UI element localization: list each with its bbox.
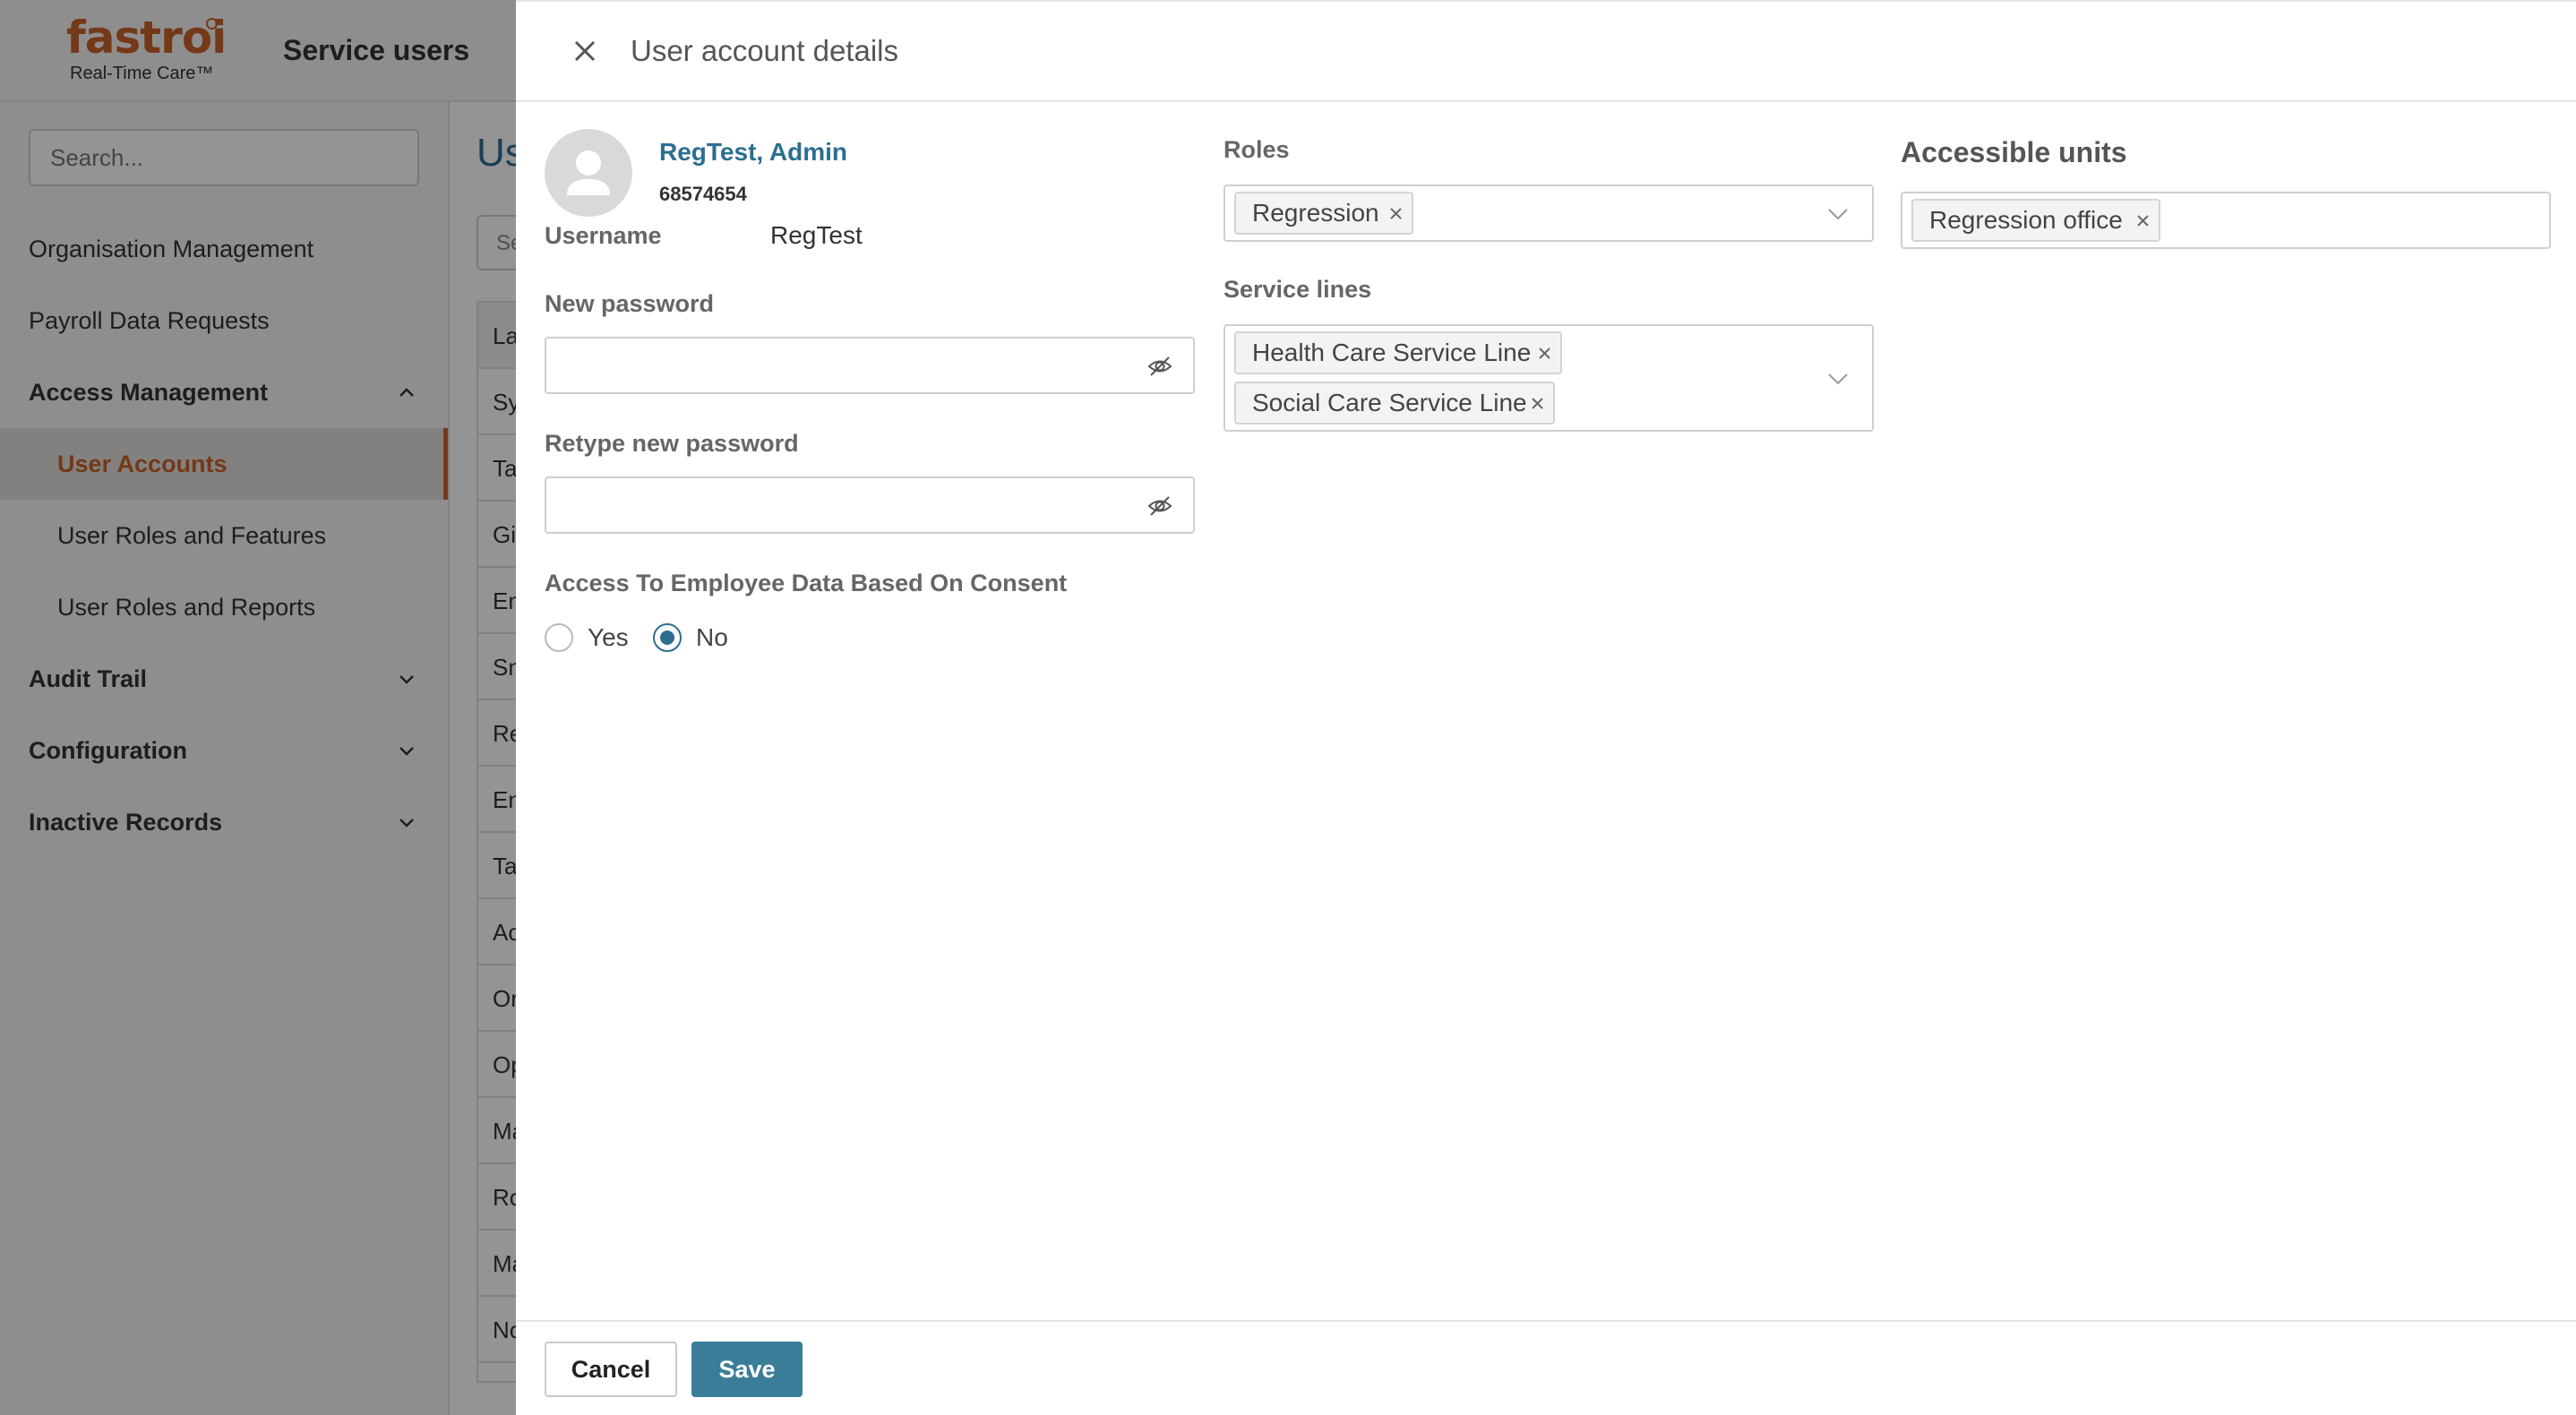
new-password-label: New password (545, 290, 715, 317)
app-root: fastroi Real-Time Care™ Service users Se… (0, 0, 2576, 1415)
remove-tag-icon[interactable] (1389, 207, 1403, 220)
consent-no-radio[interactable] (653, 623, 682, 652)
panel-title: User account details (631, 34, 898, 67)
username-value: RegTest (770, 221, 863, 249)
retype-password-input[interactable] (545, 476, 1195, 534)
username-label: Username (545, 222, 662, 249)
service-line-tag-label: Health Care Service Line (1252, 339, 1532, 366)
modal-backdrop[interactable] (0, 0, 516, 1415)
panel-header: User account details (516, 2, 2576, 102)
service-lines-select[interactable]: Health Care Service Line Social Care Ser… (1224, 324, 1874, 432)
chevron-down-icon[interactable] (1827, 373, 1849, 385)
panel-footer: Cancel Save (516, 1320, 2576, 1415)
eye-off-icon[interactable] (1146, 353, 1173, 380)
consent-label: Access To Employee Data Based On Consent (545, 570, 1068, 596)
consent-yes-label[interactable]: Yes (588, 623, 629, 652)
new-password-input[interactable] (545, 337, 1195, 394)
user-account-details-panel: User account details RegTest, Admin 6857… (516, 0, 2576, 1415)
user-silhouette-icon (567, 150, 610, 195)
remove-tag-icon[interactable] (1531, 397, 1544, 410)
service-lines-label: Service lines (1224, 276, 1372, 303)
retype-password-label: Retype new password (545, 430, 799, 457)
role-tag: Regression (1234, 192, 1413, 235)
accessible-units-label: Accessible units (1901, 136, 2127, 168)
service-line-tag: Health Care Service Line (1234, 331, 1562, 374)
chevron-down-icon[interactable] (1827, 208, 1849, 220)
accessible-units-select[interactable]: Regression office (1901, 192, 2551, 249)
consent-yes-radio[interactable] (545, 623, 573, 652)
cancel-button[interactable]: Cancel (545, 1342, 677, 1397)
remove-tag-icon[interactable] (1538, 347, 1551, 360)
role-tag-label: Regression (1252, 199, 1379, 227)
consent-no-label[interactable]: No (696, 623, 728, 652)
user-id: 68574654 (659, 183, 747, 205)
accessible-unit-tag: Regression office (1911, 199, 2160, 242)
avatar (545, 129, 632, 217)
accessible-unit-tag-label: Regression office (1929, 206, 2123, 234)
roles-label: Roles (1224, 136, 1290, 163)
user-display-name[interactable]: RegTest, Admin (659, 138, 847, 167)
save-button[interactable]: Save (691, 1342, 803, 1397)
service-line-tag-label: Social Care Service Line (1252, 389, 1527, 416)
remove-tag-icon[interactable] (2136, 214, 2150, 227)
close-icon[interactable] (566, 32, 604, 70)
roles-select[interactable]: Regression (1224, 184, 1874, 242)
service-line-tag: Social Care Service Line (1234, 382, 1555, 424)
eye-off-icon[interactable] (1146, 493, 1173, 519)
